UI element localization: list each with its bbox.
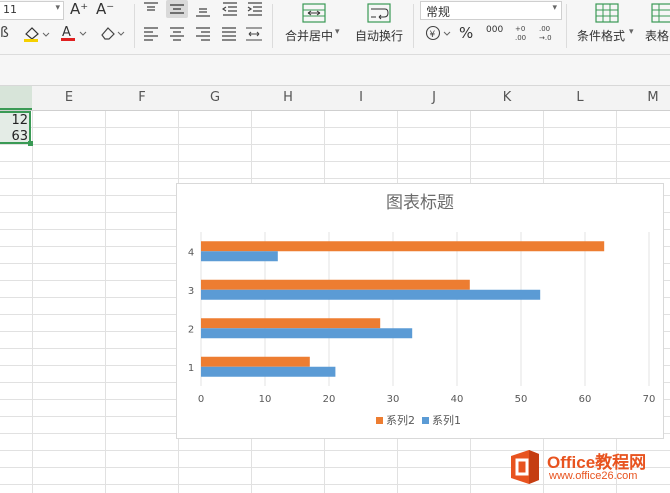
conditional-format-icon[interactable]	[595, 3, 619, 23]
number-format-select[interactable]: 常规 ▾	[420, 1, 562, 20]
font-size-value: 11	[3, 3, 17, 16]
office26-watermark: Office教程网 www.office26.com	[505, 448, 670, 486]
legend-swatch	[422, 417, 429, 424]
column-header[interactable]: M	[617, 86, 670, 110]
column-header[interactable]: H	[252, 86, 324, 110]
justify-icon[interactable]	[221, 27, 237, 41]
chart-canvas: 图表标题 0 10 20 30 40 50 60 70 1 2 3 4 系列2 系列1	[188, 193, 656, 427]
currency-icon[interactable]: ¥	[425, 25, 453, 43]
legend-swatch	[376, 417, 383, 424]
x-tick-label: 20	[323, 394, 336, 405]
align-right-icon[interactable]	[195, 27, 211, 41]
x-tick-label: 50	[515, 394, 528, 405]
y-tick-label: 1	[188, 363, 194, 374]
align-middle-button[interactable]	[166, 0, 188, 18]
svg-text:¥: ¥	[430, 30, 436, 40]
chevron-down-icon: ▾	[629, 27, 634, 37]
x-tick-label: 70	[643, 394, 656, 405]
merge-center-button[interactable]: 合并居中	[285, 27, 333, 44]
svg-text:.00: .00	[515, 34, 526, 42]
percent-button[interactable]: %	[459, 24, 473, 42]
chevron-down-icon: ▾	[552, 3, 557, 13]
table-style-button[interactable]: 表格	[645, 27, 669, 44]
format-painter-icon[interactable]: ß	[0, 25, 9, 41]
bar-系列2-4	[201, 241, 605, 252]
cell-d1[interactable]: 12	[0, 113, 28, 128]
column-header[interactable]: F	[106, 86, 178, 110]
eraser-icon[interactable]	[98, 24, 128, 42]
svg-text:.00: .00	[539, 25, 550, 33]
formula-bar-area	[0, 55, 670, 86]
x-tick-label: 0	[198, 394, 204, 405]
x-tick-label: 30	[387, 394, 400, 405]
conditional-format-button[interactable]: 条件格式	[577, 27, 625, 44]
font-increase-button[interactable]: A⁺	[70, 0, 88, 18]
chart-title: 图表标题	[386, 193, 454, 213]
column-header[interactable]: G	[179, 86, 251, 110]
font-decrease-button[interactable]: A⁻	[96, 0, 114, 18]
bar-系列1-4	[201, 251, 278, 262]
align-center-icon[interactable]	[169, 27, 185, 41]
wrap-text-button[interactable]: 自动换行	[355, 27, 403, 44]
decimal-decrease-icon[interactable]: .00 →.0	[538, 24, 558, 42]
decimal-increase-icon[interactable]: +0 .00	[514, 24, 534, 42]
align-middle-icon	[170, 4, 184, 14]
fill-color-icon[interactable]	[22, 26, 50, 42]
align-left-icon[interactable]	[143, 27, 159, 41]
column-header[interactable]: K	[471, 86, 543, 110]
watermark-url: www.office26.com	[549, 470, 638, 482]
column-header[interactable]: I	[325, 86, 397, 110]
bar-系列2-1	[201, 356, 310, 367]
legend-label: 系列1	[432, 413, 461, 427]
column-header[interactable]: J	[398, 86, 470, 110]
office-logo-icon	[511, 450, 539, 484]
y-tick-label: 3	[188, 286, 194, 297]
column-header-bar: E F G H I J K L M	[0, 86, 670, 111]
svg-text:+0: +0	[515, 25, 525, 33]
merge-center-icon[interactable]	[302, 3, 326, 23]
column-header[interactable]: E	[33, 86, 105, 110]
bar-系列2-3	[201, 279, 470, 290]
align-bottom-icon[interactable]	[195, 3, 211, 17]
table-style-icon[interactable]	[651, 3, 670, 23]
bar-系列1-3	[201, 289, 541, 300]
indent-increase-icon[interactable]	[247, 2, 263, 16]
align-top-icon[interactable]	[143, 2, 159, 16]
indent-decrease-icon[interactable]	[222, 2, 238, 16]
svg-text:→.0: →.0	[539, 34, 552, 42]
column-header-d[interactable]	[0, 86, 32, 110]
y-tick-label: 4	[188, 247, 194, 258]
ribbon-toolbar: 11 ▾ A⁺ A⁻ ß A 合并居中 ▾ 自动换行 常规 ▾ ¥ % 000 …	[0, 0, 670, 55]
x-tick-label: 10	[259, 394, 272, 405]
bar-chart[interactable]: 图表标题 0 10 20 30 40 50 60 70 1 2 3 4 系列2 系列1	[176, 183, 664, 439]
cell-d2[interactable]: 63	[0, 129, 28, 144]
thousands-separator-button[interactable]: 000	[486, 25, 503, 35]
distribute-icon[interactable]	[245, 27, 263, 41]
legend-label: 系列2	[386, 413, 415, 427]
wrap-text-icon[interactable]	[367, 3, 391, 23]
column-header[interactable]: L	[544, 86, 616, 110]
y-tick-label: 2	[188, 324, 194, 335]
font-size-select[interactable]: 11 ▾	[0, 1, 64, 20]
svg-text:A: A	[62, 25, 71, 40]
fill-handle[interactable]	[28, 141, 33, 146]
chevron-down-icon: ▾	[335, 27, 340, 37]
font-color-icon[interactable]: A	[60, 24, 88, 42]
x-tick-label: 60	[579, 394, 592, 405]
chevron-down-icon: ▾	[55, 3, 60, 13]
x-tick-label: 40	[451, 394, 464, 405]
number-format-value: 常规	[426, 5, 451, 19]
bar-系列2-2	[201, 318, 381, 329]
bar-系列1-2	[201, 328, 413, 339]
bar-系列1-1	[201, 366, 336, 377]
